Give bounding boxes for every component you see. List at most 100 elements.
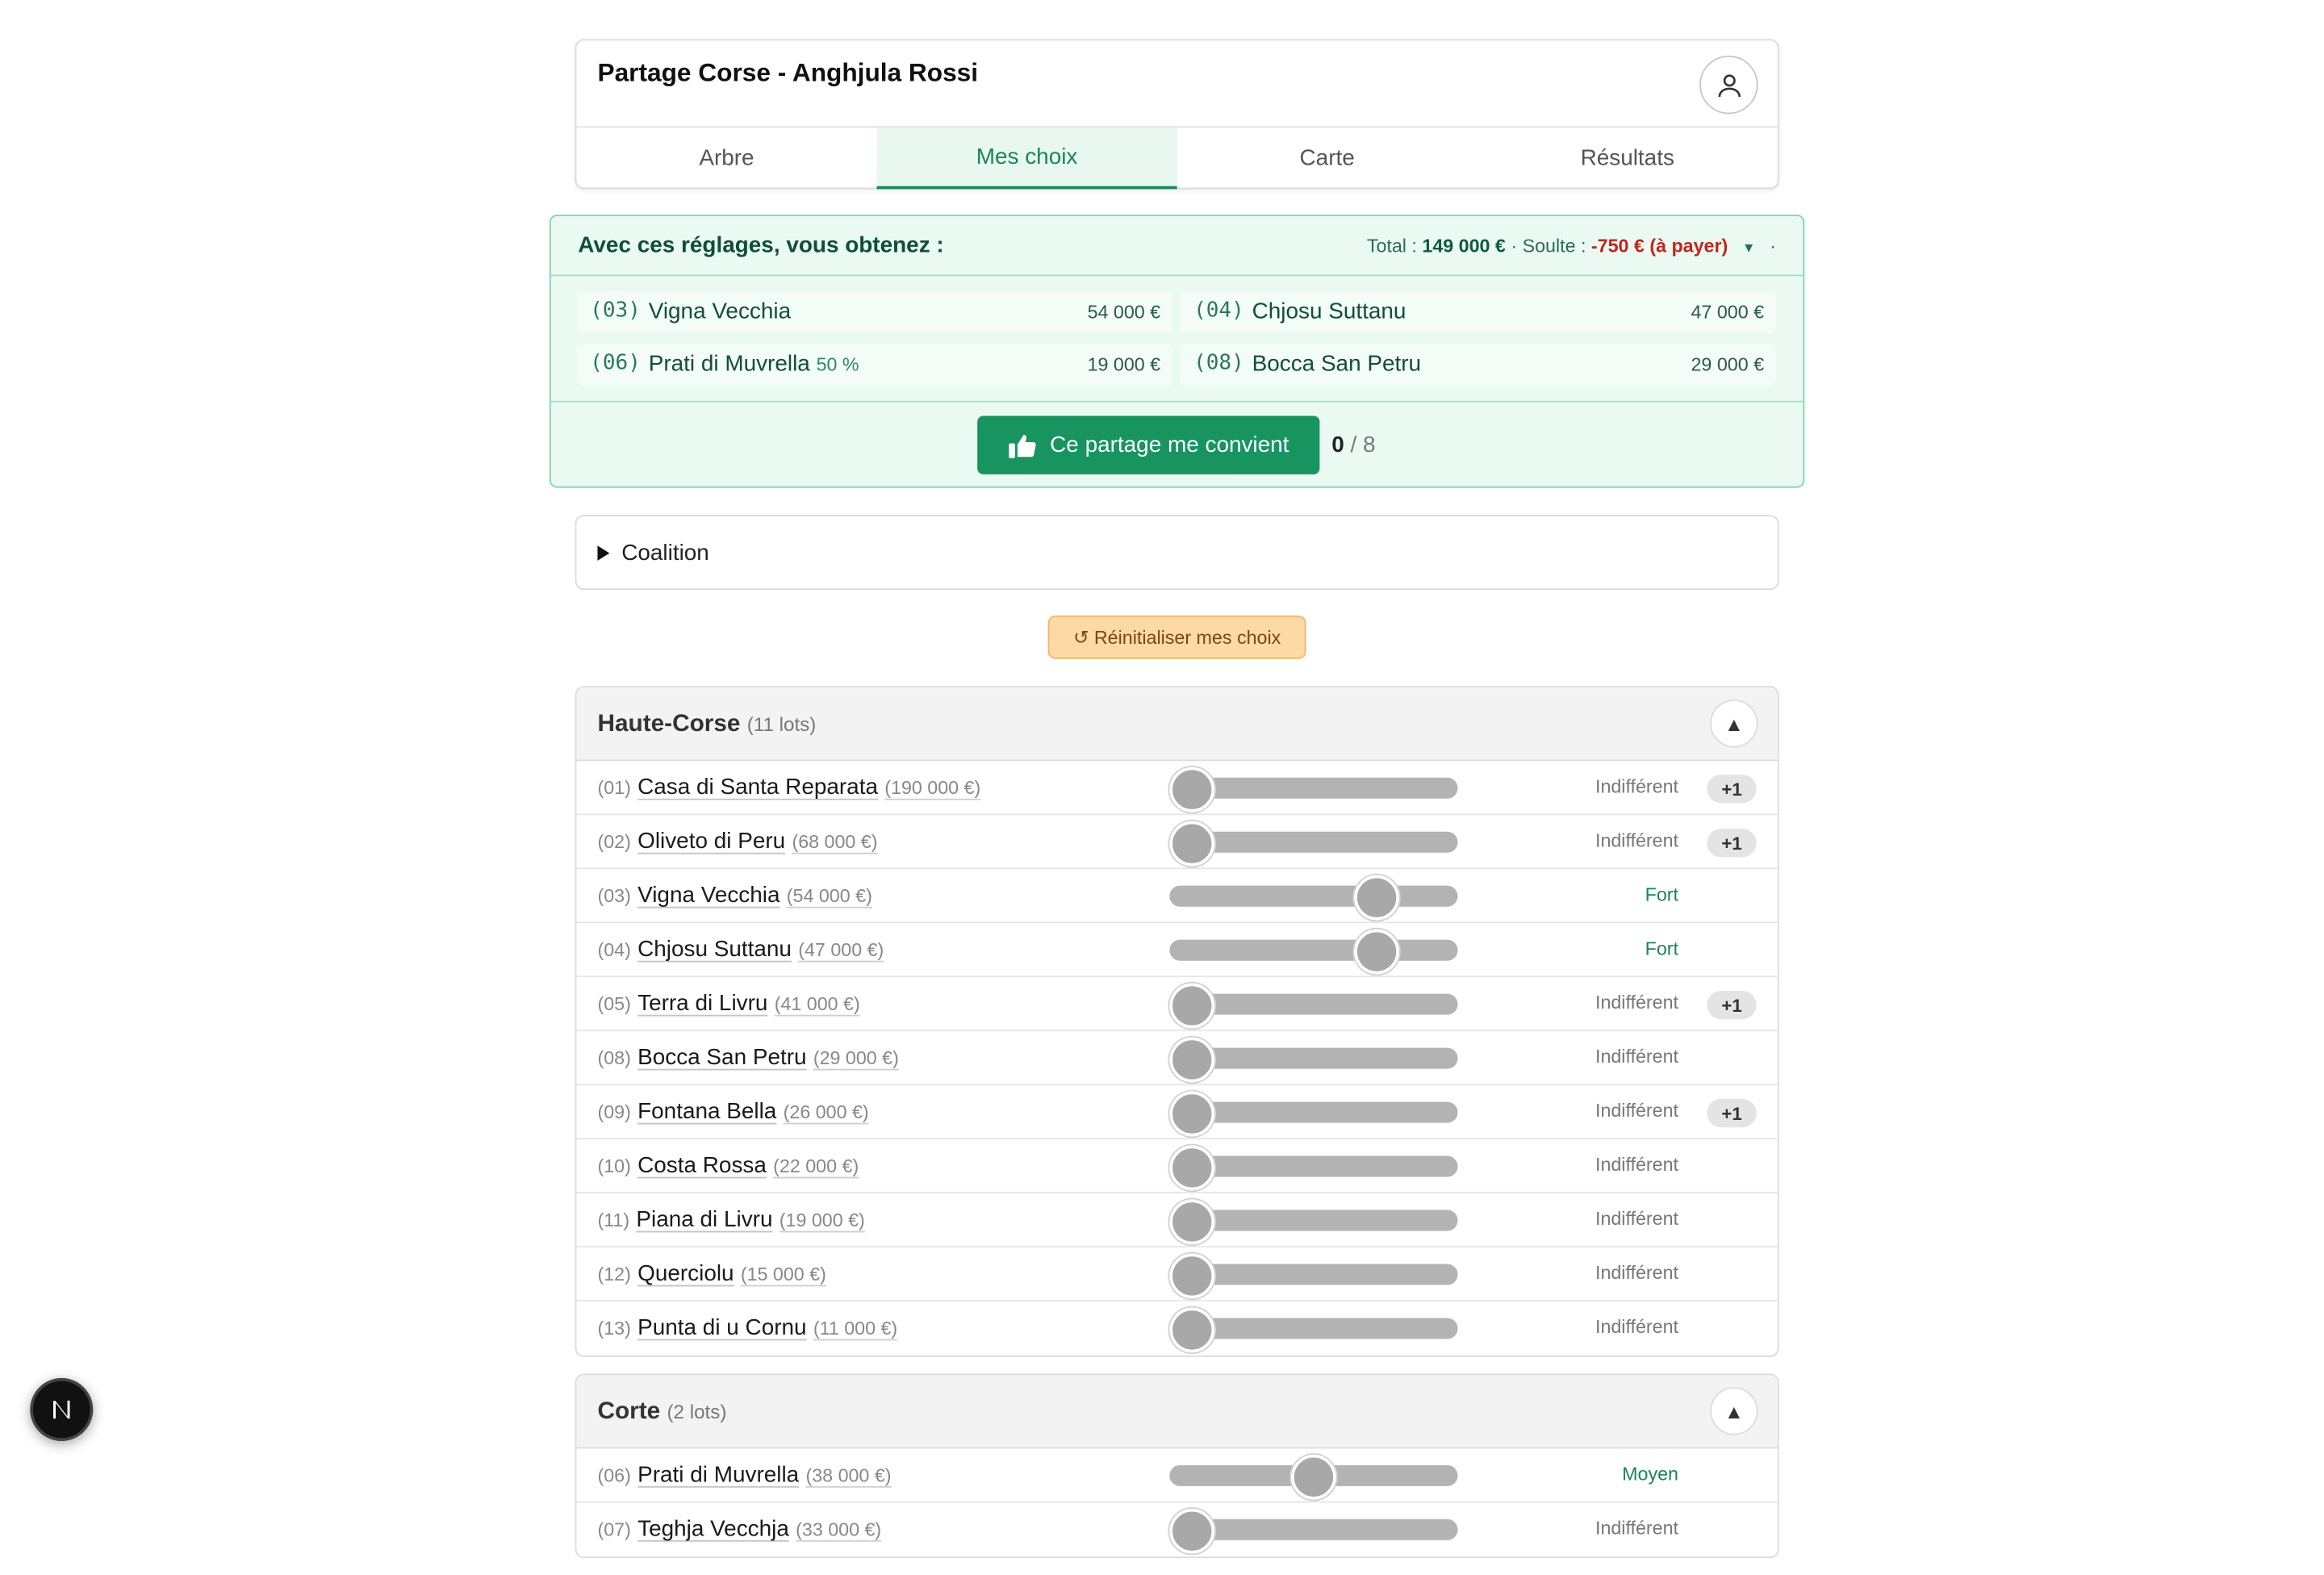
lot-name-link[interactable]: Piana di Livru [636,1207,772,1233]
lot-name-link[interactable]: Bocca San Petru [637,1045,806,1071]
slider-thumb[interactable] [1169,1145,1215,1191]
next-logo-button[interactable] [30,1377,94,1442]
lot-name-link[interactable]: Teghja Vecchja [637,1516,789,1542]
avatar-button[interactable] [1699,55,1758,115]
slider-thumb[interactable] [1169,767,1215,813]
preference-label: Indifférent [1595,775,1679,797]
preference-slider[interactable] [1169,1199,1458,1245]
lot-name-link[interactable]: Casa di Santa Reparata [637,775,878,800]
lot-label: (05) Terra di Livru (41 000 €) [597,991,859,1017]
lot-label: (02) Oliveto di Peru (68 000 €) [597,829,877,855]
lot-row: (12) Querciolu (15 000 €) Indifférent [576,1247,1778,1302]
lot-price: (38 000 €) [805,1464,892,1486]
slider-thumb[interactable] [1169,1253,1215,1299]
lot-label: (13) Punta di u Cornu (11 000 €) [597,1315,897,1342]
lot-price: 19 000 € [1087,354,1161,376]
thumbs-up-icon [1009,433,1037,457]
chevron-down-icon[interactable]: ▼ [1742,240,1756,256]
group-title: Haute-Corse (11 lots) [597,711,817,737]
lot-name-link[interactable]: Punta di u Cornu [637,1315,806,1341]
coalition-details[interactable]: Coalition [575,515,1779,591]
tab-carte[interactable]: Carte [1177,127,1478,189]
lot-row: (07) Teghja Vecchja (33 000 €) Indifféren… [576,1502,1777,1556]
summary-title: Avec ces réglages, vous obtenez : [578,232,944,259]
preference-slider[interactable] [1169,1145,1458,1191]
conflict-badge[interactable]: +1 [1707,990,1757,1020]
lot-price: (47 000 €) [798,939,884,961]
tab-resultats[interactable]: Résultats [1478,127,1778,189]
slider-thumb[interactable] [1169,1091,1215,1137]
lot-row: (10) Costa Rossa (22 000 €) Indifférent [576,1139,1778,1194]
preference-slider[interactable] [1169,929,1458,975]
preference-slider[interactable] [1169,1253,1458,1299]
lot-name-link[interactable]: Querciolu [637,1261,734,1287]
lot-number: (13) [597,1318,631,1339]
lot-number: (04) [1193,299,1244,324]
lot-label: (12) Querciolu (15 000 €) [597,1261,826,1288]
next-logo-icon [53,1400,70,1419]
lot-label: (04) Chjosu Suttanu (47 000 €) [597,937,884,963]
slider-thumb[interactable] [1354,929,1400,975]
summary-header: Avec ces réglages, vous obtenez : Total … [550,216,1804,277]
lot-row: (06) Prati di Muvrella (38 000 €) Moyen [576,1448,1778,1503]
lot-name-link[interactable]: Fontana Bella [637,1099,776,1125]
lot-price: 29 000 € [1691,354,1765,376]
lot-number: (10) [597,1155,631,1177]
lot-label: (08) Bocca San Petru (29 000 €) [597,1045,898,1072]
summary-stats[interactable]: Total : 149 000 € · Soulte : -750 € (à p… [1367,236,1776,257]
preference-label: Indifférent [1595,829,1679,851]
preference-label: Indifférent [1595,1046,1679,1067]
lot-price: (22 000 €) [773,1155,859,1177]
lot-number: (03) [590,299,641,324]
summary-lot: (04) Chjosu Suttanu 47 000 € [1180,290,1776,334]
accept-partage-button[interactable]: Ce partage me convient [977,416,1320,474]
conflict-badge[interactable]: +1 [1707,775,1757,804]
slider-thumb[interactable] [1169,983,1215,1029]
accept-label: Ce partage me convient [1050,432,1289,458]
lot-list: (06) Prati di Muvrella (38 000 €) Moyen (0… [576,1448,1778,1556]
preference-label: Indifférent [1595,1262,1679,1284]
lot-row: (08) Bocca San Petru (29 000 €) Indiffére… [576,1031,1778,1086]
preference-slider[interactable] [1169,1454,1458,1500]
slider-thumb[interactable] [1169,1037,1215,1083]
lot-name-link[interactable]: Costa Rossa [637,1153,767,1179]
triangle-up-icon: ▲ [1724,712,1744,735]
slider-thumb[interactable] [1169,1307,1215,1353]
lot-number: (05) [597,993,631,1015]
preference-slider[interactable] [1169,1307,1458,1353]
preference-slider[interactable] [1169,767,1458,813]
slider-thumb[interactable] [1169,821,1215,867]
lot-label: (11) Piana di Livru (19 000 €) [597,1207,864,1234]
lot-name-link[interactable]: Terra di Livru [637,991,767,1017]
collapse-button[interactable]: ▲ [1710,1387,1758,1435]
slider-thumb[interactable] [1291,1454,1336,1500]
slider-thumb[interactable] [1169,1508,1215,1554]
lot-name-link[interactable]: Oliveto di Peru [637,829,785,854]
lot-price: (54 000 €) [786,885,872,907]
slider-thumb[interactable] [1169,1199,1215,1245]
preference-slider[interactable] [1169,875,1458,921]
preference-slider[interactable] [1169,1091,1458,1137]
lot-label: (09) Fontana Bella (26 000 €) [597,1099,868,1126]
reset-choices-button[interactable]: ↺ Réinitialiser mes choix [1047,615,1306,659]
summary-lot: (06) Prati di Muvrella 50 % 19 000 € [576,344,1173,386]
lot-row: (02) Oliveto di Peru (68 000 €) Indiffére… [576,815,1778,870]
lot-list: (01) Casa di Santa Reparata (190 000 €) I… [576,761,1778,1356]
slider-thumb[interactable] [1354,875,1400,921]
tab-arbre[interactable]: Arbre [576,127,876,189]
lot-name-link[interactable]: Prati di Muvrella [637,1462,799,1488]
preference-slider[interactable] [1169,983,1458,1029]
tab-mes-choix[interactable]: Mes choix [876,127,1177,190]
preference-slider[interactable] [1169,1037,1458,1083]
lot-name-link[interactable]: Vigna Vecchia [637,883,780,909]
lot-name: Vigna Vecchia [648,299,792,324]
preference-slider[interactable] [1169,821,1458,867]
conflict-badge[interactable]: +1 [1707,828,1757,858]
lot-price: (29 000 €) [813,1047,899,1069]
lot-row: (09) Fontana Bella (26 000 €) Indifférent… [576,1085,1778,1140]
conflict-badge[interactable]: +1 [1707,1098,1757,1128]
separator: · [1511,236,1518,257]
collapse-button[interactable]: ▲ [1710,699,1758,748]
lot-name-link[interactable]: Chjosu Suttanu [637,937,792,963]
preference-slider[interactable] [1169,1508,1458,1554]
